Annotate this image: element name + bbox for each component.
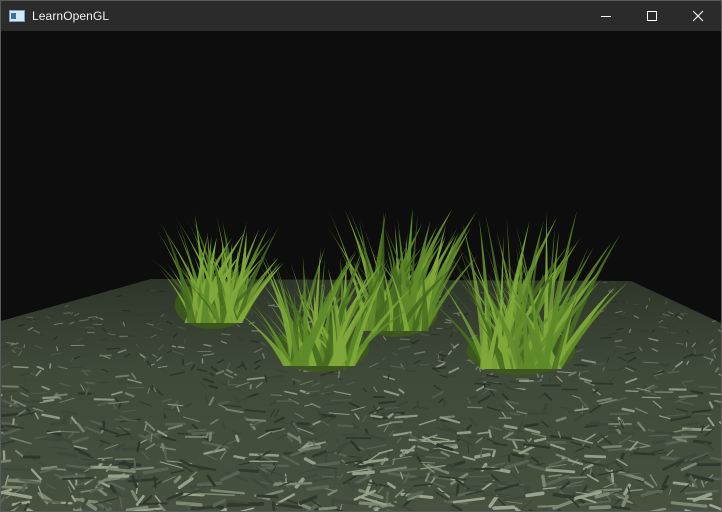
maximize-icon <box>647 11 657 21</box>
app-window-icon <box>9 10 25 22</box>
window-title: LearnOpenGL <box>32 9 110 23</box>
minimize-button[interactable] <box>583 1 629 31</box>
render-canvas <box>1 31 721 511</box>
title-bar[interactable]: LearnOpenGL <box>1 1 721 31</box>
app-window: LearnOpenGL <box>0 0 722 512</box>
close-icon <box>692 10 704 22</box>
maximize-button[interactable] <box>629 1 675 31</box>
window-controls <box>583 1 721 31</box>
minimize-icon <box>601 11 611 21</box>
close-button[interactable] <box>675 1 721 31</box>
opengl-viewport[interactable] <box>1 31 721 511</box>
